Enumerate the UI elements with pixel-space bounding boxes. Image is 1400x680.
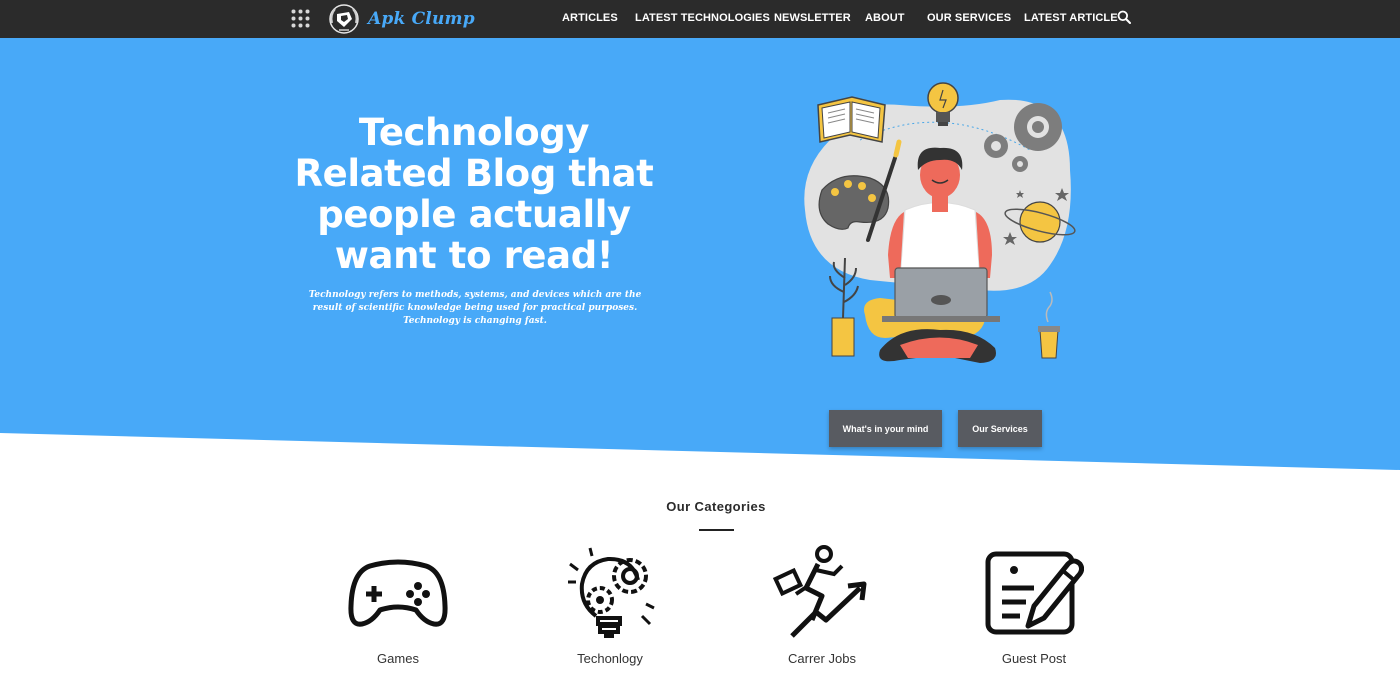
nav-our-services[interactable]: OUR SERVICES	[927, 12, 1011, 24]
categories-heading: Our Categories	[666, 499, 766, 514]
category-games[interactable]: Games	[323, 544, 473, 666]
category-guest-post[interactable]: Guest Post	[959, 544, 1109, 666]
category-label: Guest Post	[1001, 651, 1067, 666]
coffee-cup-icon	[1038, 291, 1060, 359]
gamepad-icon	[348, 559, 448, 627]
hero-illustration	[804, 82, 1076, 363]
our-services-button[interactable]: Our Services	[958, 410, 1042, 447]
heading-underline	[699, 529, 734, 531]
whats-in-your-mind-button[interactable]: What's in your mind	[829, 410, 942, 447]
nav-latest-article[interactable]: LATEST ARTICLE	[1024, 12, 1118, 24]
category-label: Techonlogy	[577, 651, 643, 666]
nav-latest-technologies[interactable]: LATEST TECHNOLOGIES	[635, 12, 770, 24]
top-navigation-bar: Apk Clump ARTICLES LATEST TECHNOLOGIES N…	[0, 0, 1400, 38]
hero-background	[0, 38, 1400, 470]
category-carrer-jobs[interactable]: Carrer Jobs	[747, 544, 897, 666]
lightbulb-gears-icon	[568, 547, 655, 638]
hero-title: Technology Related Blog that people actu…	[294, 111, 654, 277]
hero-description: Technology refers to methods, systems, a…	[308, 290, 642, 326]
nav-newsletter[interactable]: NEWSLETTER	[774, 12, 851, 24]
edit-document-icon	[985, 551, 1084, 635]
career-growth-icon	[772, 545, 867, 638]
category-label: Games	[377, 651, 419, 666]
main-nav: ARTICLES LATEST TECHNOLOGIES NEWSLETTER …	[0, 0, 1400, 38]
category-label: Carrer Jobs	[788, 651, 856, 666]
search-icon[interactable]	[1117, 10, 1131, 24]
nav-about[interactable]: ABOUT	[865, 12, 905, 24]
category-technology[interactable]: Techonlogy	[535, 544, 685, 666]
nav-articles[interactable]: ARTICLES	[562, 12, 618, 24]
book-icon	[817, 96, 886, 143]
